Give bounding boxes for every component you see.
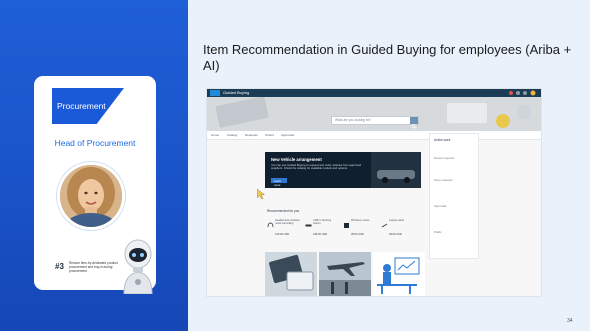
persona-role: Head of Procurement [54,138,136,148]
workspace-illustration-tile[interactable] [373,252,425,296]
avatar [57,162,125,230]
side-panel-heading: Active work [434,138,451,142]
headphones-icon [267,222,274,228]
woman-portrait-icon [60,165,122,227]
tablet-photo-icon [265,252,317,296]
app-title: Guided Buying [223,90,250,95]
tab-orders[interactable]: Orders [265,133,274,137]
hero-desk-image: What are you looking for? [207,96,541,131]
slide: Procurement Head of Procurement #3 Reduc… [0,0,590,331]
promo-banner: New Vehicle arrangement You can use Guid… [265,152,421,188]
recommended-item[interactable]: Wireless mouse 35.00 USD [343,219,377,243]
badge-text: Reduce time-by-dedicated product procure… [69,261,118,273]
recommended-item-price: 35.00 USD [351,233,364,236]
stand-icon [381,223,388,228]
page-number: 34 [567,318,573,324]
side-panel-item[interactable]: Open requests [434,178,452,182]
recommendations-heading: Recommended for you [267,209,300,213]
workspace-illustration-icon [373,252,425,296]
recommended-item-label: Wireless mouse [351,219,370,222]
cursor-icon [257,189,265,199]
dock-icon [305,224,312,227]
recommended-item[interactable]: Laptop stand 49.00 USD [381,219,415,243]
recommended-item-price: 245.00 USD [313,233,328,236]
header-action-icons[interactable] [507,90,537,96]
procurement-tag-label: Procurement [57,101,106,111]
banner-learn-more-button[interactable]: Learn more [271,178,287,187]
airplane-photo-tile[interactable] [319,252,371,296]
airplane-photo-icon [319,252,371,296]
side-panel: Active work Recent requests Open request… [429,133,479,259]
search-input[interactable]: What are you looking for? [331,116,419,130]
procurement-tag: Procurement [52,88,124,124]
recommended-item-price: 120.00 USD [275,233,290,236]
side-panel-item[interactable]: Drafts [434,230,441,234]
recommended-item[interactable]: Headphones wireless noise cancelling 120… [267,219,301,243]
badge-number: #3 [55,262,64,271]
tablet-photo-tile[interactable] [265,252,317,296]
tab-catalog[interactable]: Catalog [227,133,237,137]
side-panel-item[interactable]: Recent requests [434,156,454,160]
ai-robot-icon [123,239,153,294]
guided-buying-screenshot: Guided Buying What are you looking for? [206,88,542,297]
logo-icon [210,90,220,96]
recommended-item[interactable]: USB-C Docking station 245.00 USD [305,219,339,243]
recommendations-section: Recommended for you Headphones wireless … [265,207,421,247]
search-button[interactable] [410,117,418,130]
recommended-item-label: USB-C Docking station [313,219,332,226]
desk-photo-icon [207,96,541,131]
app-header-bar: Guided Buying [207,89,541,97]
side-panel-item[interactable]: Approvals [434,204,446,208]
mouse-icon [344,223,349,228]
banner-title: New Vehicle arrangement [271,157,322,162]
tab-home[interactable]: Home [211,133,219,137]
slide-title: Item Recommendation in Guided Buying for… [203,42,572,73]
tab-requests[interactable]: Requests [245,133,258,137]
banner-text: You can use Guided Buying to request and… [271,163,362,171]
search-placeholder: What are you looking for? [335,118,372,122]
search-icon [411,124,417,130]
recommended-item-label: Laptop stand [389,219,404,222]
car-photo-icon [371,152,421,188]
recommended-item-price: 49.00 USD [389,233,402,236]
recommended-item-label: Headphones wireless noise cancelling [275,219,300,226]
tab-approvals[interactable]: Approvals [281,133,294,137]
app-tabs: Home Catalog Requests Orders Approvals [207,131,541,140]
banner-button-label: Learn more [274,179,282,187]
